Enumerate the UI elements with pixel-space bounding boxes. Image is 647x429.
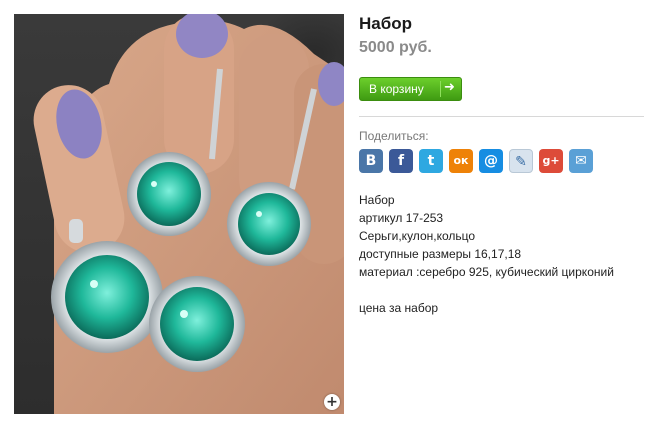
add-to-cart-label: В корзину [369,82,424,96]
share-label: Поделиться: [359,129,429,143]
odnoklassniki-icon[interactable]: ок [449,149,473,173]
product-title: Набор [359,14,413,33]
product-description: Набор артикул 17-253 Серьги,кулон,кольцо до… [359,191,614,317]
facebook-icon[interactable]: f [389,149,413,173]
description-line: Набор [359,193,395,207]
jewelry-set-image [33,14,344,414]
description-line: Серьги,кулон,кольцо [359,229,476,243]
description-line [359,281,614,299]
description-line: материал :серебро 925, кубический циркон… [359,265,614,279]
description-line: цена за набор [359,301,439,315]
add-to-cart-button[interactable]: В корзину ➜ [359,77,462,101]
livejournal-icon[interactable]: ✎ [509,149,533,173]
description-line: артикул 17-253 [359,211,444,225]
mailru-icon[interactable]: @ [479,149,503,173]
divider [359,116,644,117]
button-divider [440,81,441,97]
arrow-right-icon: ➜ [444,80,455,95]
zoom-plus-icon[interactable]: + [324,394,340,410]
vkontakte-icon[interactable]: B [359,149,383,173]
twitter-icon[interactable]: t [419,149,443,173]
product-price: 5000 руб. [359,39,432,56]
social-share-bar: Bf t ок @ ✎ g+ ✉ [359,149,593,173]
product-photo[interactable] [14,14,344,414]
product-info: Набор 5000 руб. В корзину ➜ Поделиться: … [359,14,644,315]
googleplus-icon[interactable]: g+ [539,149,563,173]
description-line: доступные размеры 16,17,18 [359,247,522,261]
email-icon[interactable]: ✉ [569,149,593,173]
